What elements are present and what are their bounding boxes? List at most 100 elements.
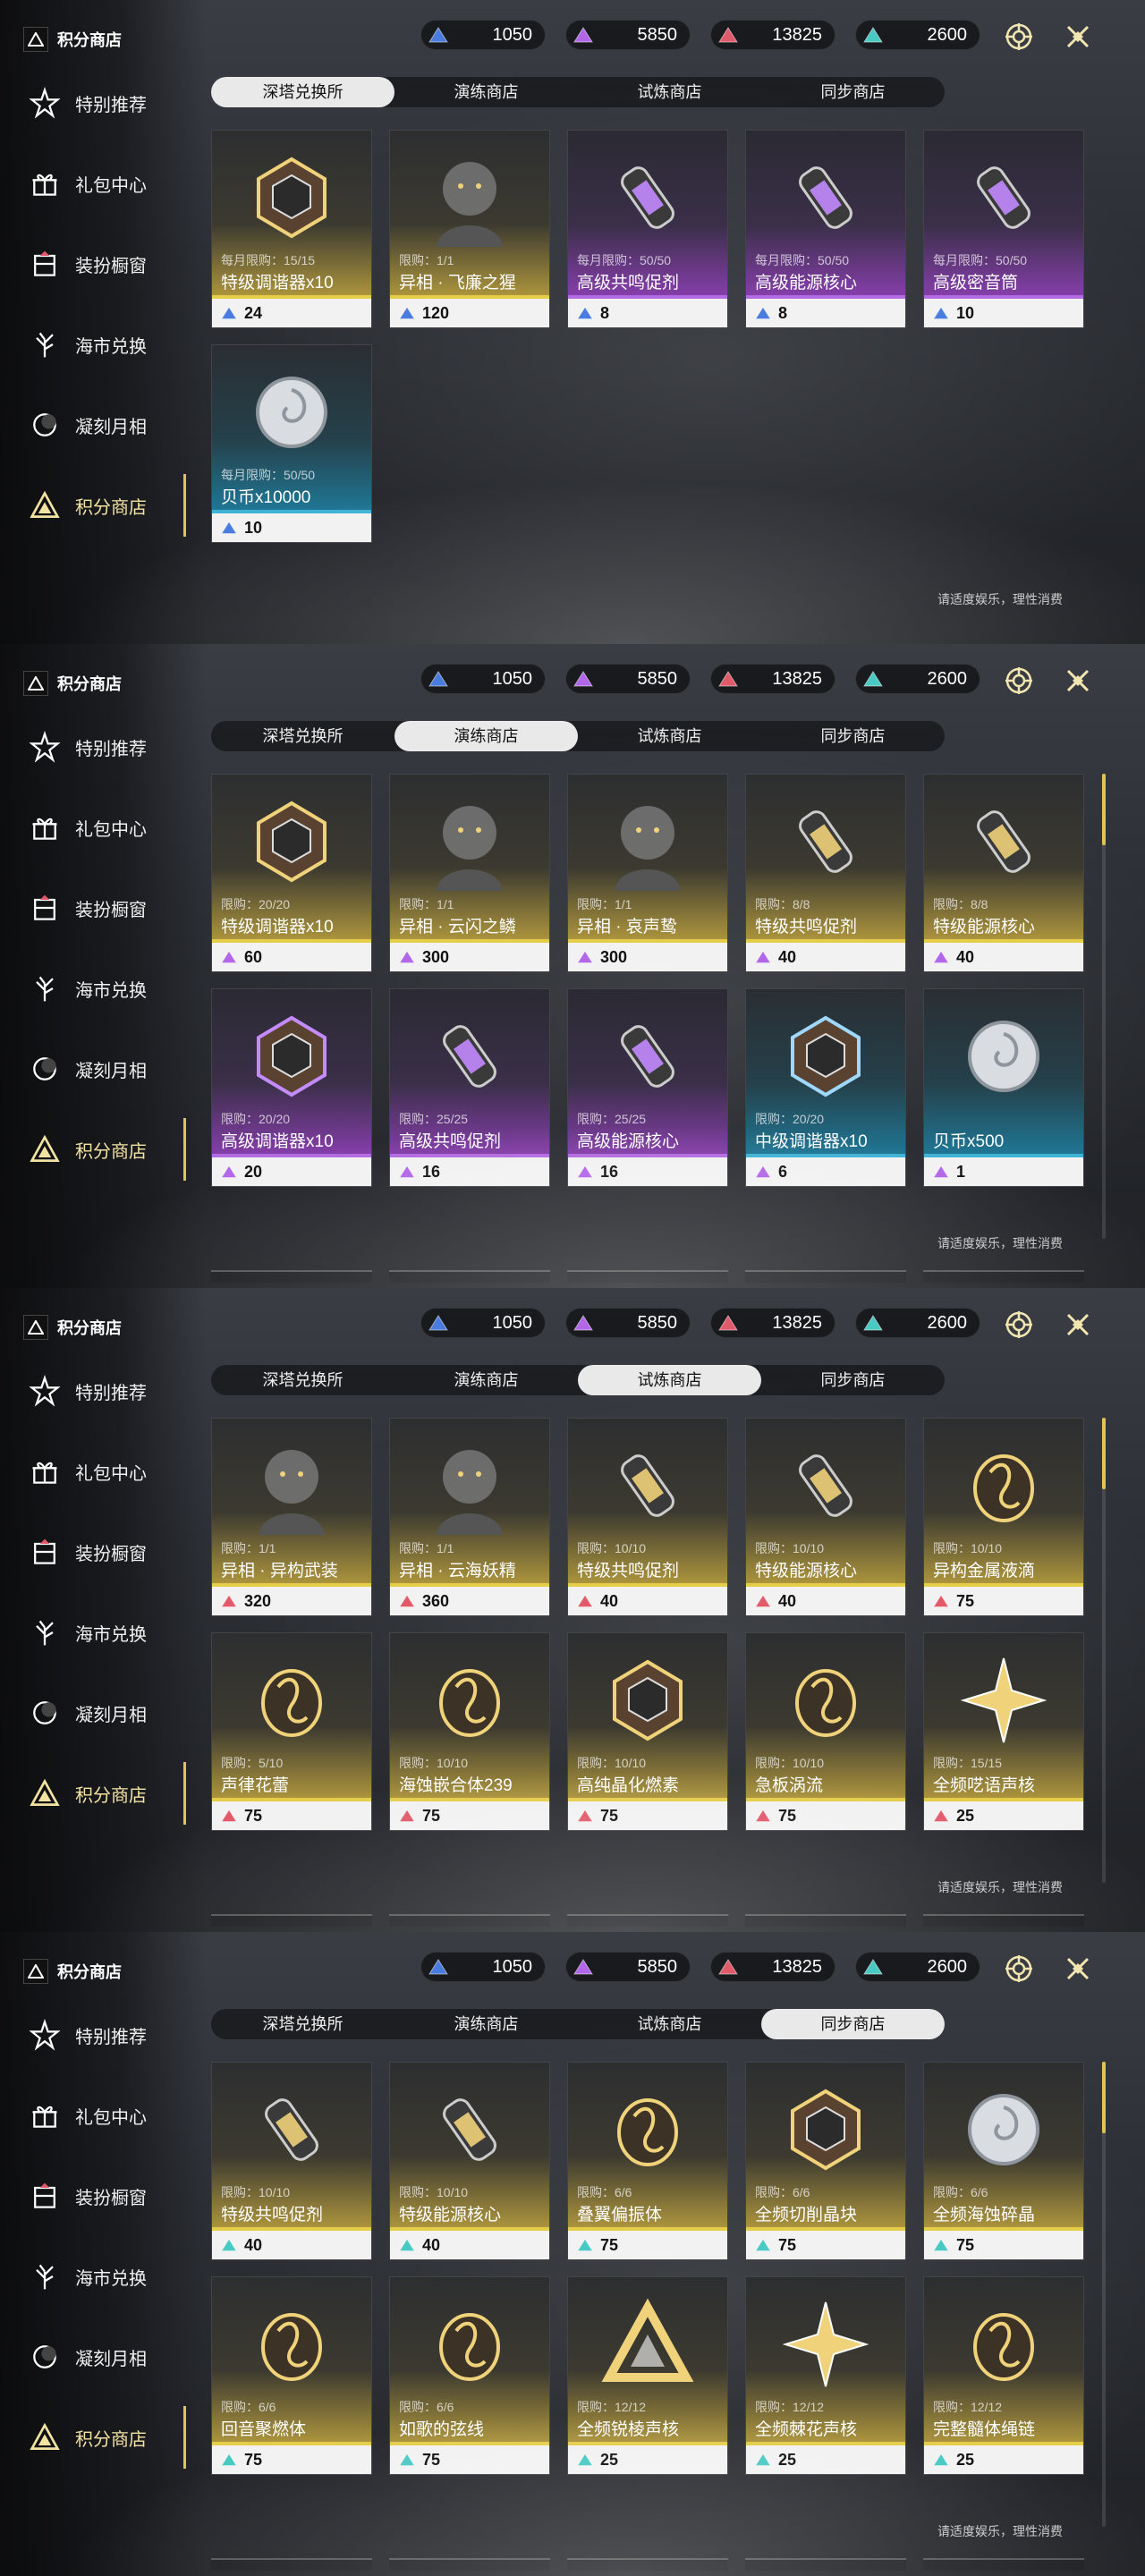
currency-counter[interactable]: 2600 (855, 1952, 980, 1982)
currency-counter[interactable]: 5850 (565, 664, 691, 694)
shop-item-card[interactable]: 贝币x500 1 (923, 988, 1084, 1187)
sidebar-item-wardrobe[interactable]: 装扮橱窗 (0, 224, 206, 304)
sidebar-item-points-triangle[interactable]: 积分商店 (0, 1753, 206, 1834)
shop-item-card[interactable]: 限购：25/25 高级能源核心 16 (567, 988, 728, 1187)
currency-counter[interactable]: 1050 (420, 1952, 546, 1982)
currency-counter[interactable]: 13825 (710, 20, 835, 50)
currency-counter[interactable]: 13825 (710, 1308, 835, 1338)
shop-item-card[interactable]: 限购：1/1 异相 · 飞廉之猩 120 (389, 130, 550, 328)
shop-item-card[interactable]: 每月限购：15/15 特级调谐器x10 24 (211, 130, 372, 328)
shop-settings-button[interactable] (1002, 1308, 1036, 1342)
currency-counter[interactable]: 1050 (420, 664, 546, 694)
currency-counter[interactable]: 1050 (420, 20, 546, 50)
shop-item-card[interactable]: 限购：20/20 高级调谐器x10 20 (211, 988, 372, 1187)
currency-counter[interactable]: 2600 (855, 664, 980, 694)
sidebar-item-gift[interactable]: 礼包中心 (0, 787, 206, 868)
shop-item-card[interactable]: 限购：10/10 高纯晶化燃素 75 (567, 1632, 728, 1831)
scrollbar[interactable] (1102, 774, 1106, 1239)
shop-item-card[interactable]: 限购：12/12 全频棘花声核 25 (745, 2276, 906, 2475)
tab-2[interactable]: 试炼商店 (578, 1365, 761, 1395)
sidebar-item-star-sparkle[interactable]: 特别推荐 (0, 1995, 206, 2075)
shop-settings-button[interactable] (1002, 20, 1036, 54)
scrollbar[interactable] (1102, 1418, 1106, 1883)
tab-1[interactable]: 演练商店 (394, 2009, 578, 2039)
shop-item-card[interactable]: 限购：10/10 异构金属液滴 75 (923, 1418, 1084, 1616)
shop-item-card[interactable]: 限购：5/10 声律花蕾 75 (211, 1632, 372, 1831)
sidebar-item-gift[interactable]: 礼包中心 (0, 2075, 206, 2156)
tab-3[interactable]: 同步商店 (761, 721, 945, 751)
shop-item-card[interactable]: 限购：10/10 特级共鸣促剂 40 (567, 1418, 728, 1616)
sidebar-item-star-sparkle[interactable]: 特别推荐 (0, 63, 206, 143)
shop-item-card[interactable]: 限购：1/1 异相 · 异构武装 320 (211, 1418, 372, 1616)
shop-item-card[interactable]: 限购：12/12 完整髓体绳链 25 (923, 2276, 1084, 2475)
sidebar-item-coral-tree[interactable]: 海市兑换 (0, 2236, 206, 2317)
scroll-thumb[interactable] (1102, 2062, 1106, 2133)
shop-item-card[interactable]: 限购：1/1 异相 · 云海妖精 360 (389, 1418, 550, 1616)
scroll-thumb[interactable] (1102, 774, 1106, 845)
shop-item-card[interactable]: 限购：25/25 高级共鸣促剂 16 (389, 988, 550, 1187)
shop-item-card[interactable]: 限购：10/10 特级能源核心 40 (745, 1418, 906, 1616)
currency-counter[interactable]: 13825 (710, 1952, 835, 1982)
shop-item-card[interactable]: 限购：6/6 回音聚燃体 75 (211, 2276, 372, 2475)
shop-item-card[interactable]: 限购：6/6 全频切削晶块 75 (745, 2062, 906, 2260)
sidebar-item-moon-phase[interactable]: 凝刻月相 (0, 385, 206, 465)
shop-item-card[interactable]: 限购：15/15 全频呓语声核 25 (923, 1632, 1084, 1831)
shop-item-card[interactable]: 每月限购：50/50 高级共鸣促剂 8 (567, 130, 728, 328)
tab-3[interactable]: 同步商店 (761, 1365, 945, 1395)
shop-item-card[interactable]: 限购：10/10 海蚀嵌合体239 75 (389, 1632, 550, 1831)
currency-counter[interactable]: 5850 (565, 1952, 691, 1982)
sidebar-item-coral-tree[interactable]: 海市兑换 (0, 948, 206, 1029)
sidebar-item-moon-phase[interactable]: 凝刻月相 (0, 2317, 206, 2397)
shop-item-card[interactable]: 限购：6/6 叠翼偏振体 75 (567, 2062, 728, 2260)
tab-0[interactable]: 深塔兑换所 (211, 77, 394, 107)
shop-item-card[interactable]: 限购：8/8 特级能源核心 40 (923, 774, 1084, 972)
shop-item-card[interactable]: 限购：10/10 急板涡流 75 (745, 1632, 906, 1831)
shop-item-card[interactable]: 每月限购：50/50 高级能源核心 8 (745, 130, 906, 328)
sidebar-item-wardrobe[interactable]: 装扮橱窗 (0, 2156, 206, 2236)
close-button[interactable] (1061, 664, 1095, 698)
sidebar-item-moon-phase[interactable]: 凝刻月相 (0, 1673, 206, 1753)
close-button[interactable] (1061, 1952, 1095, 1986)
tab-2[interactable]: 试炼商店 (578, 77, 761, 107)
tab-1[interactable]: 演练商店 (394, 77, 578, 107)
currency-counter[interactable]: 5850 (565, 1308, 691, 1338)
scrollbar[interactable] (1102, 2062, 1106, 2527)
shop-item-card[interactable]: 限购：20/20 特级调谐器x10 60 (211, 774, 372, 972)
currency-counter[interactable]: 5850 (565, 20, 691, 50)
shop-item-card[interactable]: 限购：10/10 特级能源核心 40 (389, 2062, 550, 2260)
scroll-thumb[interactable] (1102, 1418, 1106, 1489)
sidebar-item-coral-tree[interactable]: 海市兑换 (0, 304, 206, 385)
tab-2[interactable]: 试炼商店 (578, 2009, 761, 2039)
shop-item-card[interactable]: 限购：12/12 全频锐棱声核 25 (567, 2276, 728, 2475)
tab-3[interactable]: 同步商店 (761, 2009, 945, 2039)
currency-counter[interactable]: 1050 (420, 1308, 546, 1338)
sidebar-item-moon-phase[interactable]: 凝刻月相 (0, 1029, 206, 1109)
currency-counter[interactable]: 13825 (710, 664, 835, 694)
sidebar-item-star-sparkle[interactable]: 特别推荐 (0, 707, 206, 787)
shop-item-card[interactable]: 每月限购：50/50 高级密音筒 10 (923, 130, 1084, 328)
shop-item-card[interactable]: 限购：6/6 全频海蚀碎晶 75 (923, 2062, 1084, 2260)
sidebar-item-wardrobe[interactable]: 装扮橱窗 (0, 1512, 206, 1592)
currency-counter[interactable]: 2600 (855, 1308, 980, 1338)
shop-item-card[interactable]: 限购：1/1 异相 · 哀声鸷 300 (567, 774, 728, 972)
shop-settings-button[interactable] (1002, 664, 1036, 698)
sidebar-item-points-triangle[interactable]: 积分商店 (0, 465, 206, 546)
tab-0[interactable]: 深塔兑换所 (211, 1365, 394, 1395)
tab-1[interactable]: 演练商店 (394, 1365, 578, 1395)
tab-0[interactable]: 深塔兑换所 (211, 2009, 394, 2039)
close-button[interactable] (1061, 1308, 1095, 1342)
sidebar-item-gift[interactable]: 礼包中心 (0, 143, 206, 224)
sidebar-item-gift[interactable]: 礼包中心 (0, 1431, 206, 1512)
currency-counter[interactable]: 2600 (855, 20, 980, 50)
shop-item-card[interactable]: 每月限购：50/50 贝币x10000 10 (211, 344, 372, 543)
tab-3[interactable]: 同步商店 (761, 77, 945, 107)
tab-0[interactable]: 深塔兑换所 (211, 721, 394, 751)
shop-item-card[interactable]: 限购：20/20 中级调谐器x10 6 (745, 988, 906, 1187)
shop-settings-button[interactable] (1002, 1952, 1036, 1986)
sidebar-item-points-triangle[interactable]: 积分商店 (0, 1109, 206, 1190)
sidebar-item-points-triangle[interactable]: 积分商店 (0, 2397, 206, 2478)
sidebar-item-star-sparkle[interactable]: 特别推荐 (0, 1351, 206, 1431)
shop-item-card[interactable]: 限购：8/8 特级共鸣促剂 40 (745, 774, 906, 972)
shop-item-card[interactable]: 限购：6/6 如歌的弦线 75 (389, 2276, 550, 2475)
shop-item-card[interactable]: 限购：1/1 异相 · 云闪之鳞 300 (389, 774, 550, 972)
